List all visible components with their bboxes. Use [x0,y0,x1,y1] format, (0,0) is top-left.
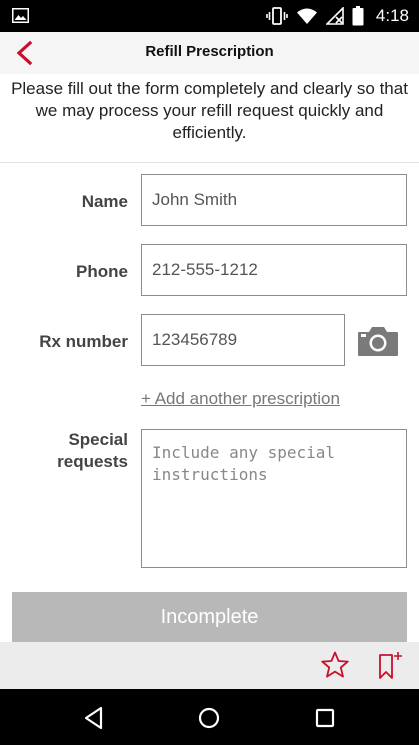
status-bar: 4:18 [0,0,419,32]
phone-value: 212-555-1212 [152,260,258,279]
phone-label: Phone [76,262,128,281]
wifi-icon [296,8,317,24]
special-requests-label-line1: Special [68,430,128,449]
camera-icon[interactable] [356,324,400,358]
chevron-left-icon[interactable] [10,38,40,68]
bookmark-add-icon[interactable] [377,651,403,681]
nav-back-icon[interactable] [81,705,107,731]
name-value: John Smith [152,190,238,209]
bottom-action-bar [0,642,419,689]
rx-number-field[interactable]: 123456789 [141,314,345,366]
rx-number-label: Rx number [39,332,128,351]
status-time: 4:18 [375,6,409,25]
page-title: Refill Prescription [145,43,274,60]
star-icon[interactable] [320,650,350,680]
special-requests-label: Special requests [57,429,128,473]
special-requests-textarea[interactable]: Include any special instructions [141,429,407,568]
navigation-bar [0,689,419,745]
name-label: Name [81,192,128,211]
rx-number-value: 123456789 [152,330,238,349]
divider [0,162,419,163]
name-field[interactable]: John Smith [141,174,407,226]
battery-icon [352,6,364,26]
no-signal-icon [325,7,344,25]
add-prescription-link[interactable]: + Add another prescription [141,389,340,409]
intro-text: Please fill out the form completely and … [11,79,408,142]
nav-home-icon[interactable] [196,705,222,731]
incomplete-button[interactable]: Incomplete [12,592,407,642]
gallery-icon [12,8,29,23]
nav-recents-icon[interactable] [312,705,338,731]
status-icons: 4:18 [266,5,409,27]
special-requests-label-line2: requests [57,452,128,471]
vibrate-icon [266,7,288,25]
phone-field[interactable]: 212-555-1212 [141,244,407,296]
app-bar: Refill Prescription [0,32,419,74]
